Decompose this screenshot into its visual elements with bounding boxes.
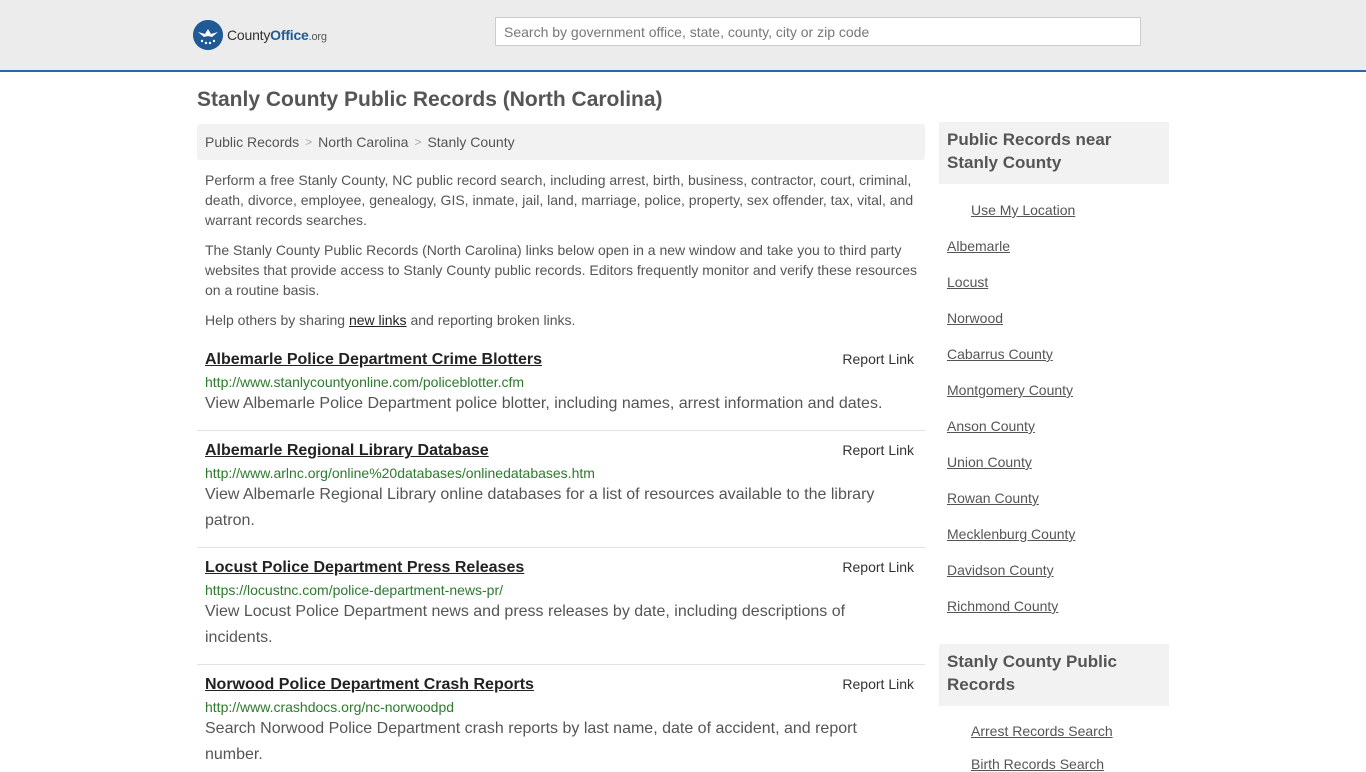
record-description: View Albemarle Regional Library online d… xyxy=(205,486,875,529)
record-description: View Locust Police Department news and p… xyxy=(205,603,846,646)
record-title-link[interactable]: Norwood Police Department Crash Reports xyxy=(205,674,917,696)
nearby-records-heading: Public Records near Stanly County xyxy=(947,130,1112,172)
nearby-link-rowan-county[interactable]: Rowan County xyxy=(947,490,1039,506)
chevron-right-icon: > xyxy=(305,135,313,149)
new-links-link[interactable]: new links xyxy=(349,312,407,328)
nearby-link-norwood[interactable]: Norwood xyxy=(947,310,1003,326)
record-description: View Albemarle Police Department police … xyxy=(205,395,883,412)
site-logo[interactable]: CountyOffice.org xyxy=(193,20,327,50)
nearby-link-cabarrus-county[interactable]: Cabarrus County xyxy=(947,346,1053,362)
arrest-records-search-link[interactable]: Arrest Records Search xyxy=(971,723,1113,739)
logo-text: CountyOffice.org xyxy=(227,27,327,43)
nearby-records-box: Public Records near Stanly County xyxy=(939,122,1169,184)
record-item: Albemarle Police Department Crime Blotte… xyxy=(197,349,925,431)
nearby-link-davidson-county[interactable]: Davidson County xyxy=(947,562,1054,578)
report-link-button[interactable]: Report Link xyxy=(842,442,914,458)
nearby-link-albemarle[interactable]: Albemarle xyxy=(947,238,1010,254)
report-link-button[interactable]: Report Link xyxy=(842,559,914,575)
nearby-link-mecklenburg-county[interactable]: Mecklenburg County xyxy=(947,526,1075,542)
nearby-link-union-county[interactable]: Union County xyxy=(947,454,1032,470)
record-item: Norwood Police Department Crash Reports … xyxy=(197,674,925,768)
nearby-link-montgomery-county[interactable]: Montgomery County xyxy=(947,382,1073,398)
breadcrumb: Public Records > North Carolina > Stanly… xyxy=(197,124,925,160)
report-link-button[interactable]: Report Link xyxy=(842,676,914,692)
search-input[interactable] xyxy=(495,17,1141,46)
breadcrumb-north-carolina[interactable]: North Carolina xyxy=(318,134,408,150)
nearby-link-richmond-county[interactable]: Richmond County xyxy=(947,598,1058,614)
intro-paragraph-2: The Stanly County Public Records (North … xyxy=(205,242,918,298)
record-description: Search Norwood Police Department crash r… xyxy=(205,720,857,763)
record-url-link[interactable]: https://locustnc.com/police-department-n… xyxy=(205,581,917,599)
record-item: Locust Police Department Press Releases … xyxy=(197,557,925,665)
eagle-seal-icon xyxy=(193,20,223,50)
record-url-link[interactable]: http://www.arlnc.org/online%20databases/… xyxy=(205,464,917,482)
page-title: Stanly County Public Records (North Caro… xyxy=(197,88,663,111)
record-title-link[interactable]: Albemarle Police Department Crime Blotte… xyxy=(205,349,917,371)
record-title-link[interactable]: Locust Police Department Press Releases xyxy=(205,557,917,579)
record-url-link[interactable]: http://www.stanlycountyonline.com/police… xyxy=(205,373,917,391)
nearby-link-anson-county[interactable]: Anson County xyxy=(947,418,1035,434)
birth-records-search-link[interactable]: Birth Records Search xyxy=(971,756,1104,772)
nearby-link-locust[interactable]: Locust xyxy=(947,274,988,290)
intro-paragraph-1: Perform a free Stanly County, NC public … xyxy=(205,172,914,228)
county-records-box: Stanly County Public Records xyxy=(939,644,1169,706)
intro-paragraph-3: Help others by sharing new links and rep… xyxy=(205,312,576,328)
breadcrumb-stanly-county[interactable]: Stanly County xyxy=(427,134,514,150)
use-my-location-link[interactable]: Use My Location xyxy=(971,202,1075,218)
record-title-link[interactable]: Albemarle Regional Library Database xyxy=(205,440,917,462)
record-url-link[interactable]: http://www.crashdocs.org/nc-norwoodpd xyxy=(205,698,917,716)
chevron-right-icon: > xyxy=(414,135,422,149)
breadcrumb-public-records[interactable]: Public Records xyxy=(205,134,299,150)
county-records-heading: Stanly County Public Records xyxy=(947,652,1118,694)
site-header: CountyOffice.org xyxy=(0,0,1366,72)
record-item: Albemarle Regional Library Database Repo… xyxy=(197,440,925,548)
report-link-button[interactable]: Report Link xyxy=(842,351,914,367)
